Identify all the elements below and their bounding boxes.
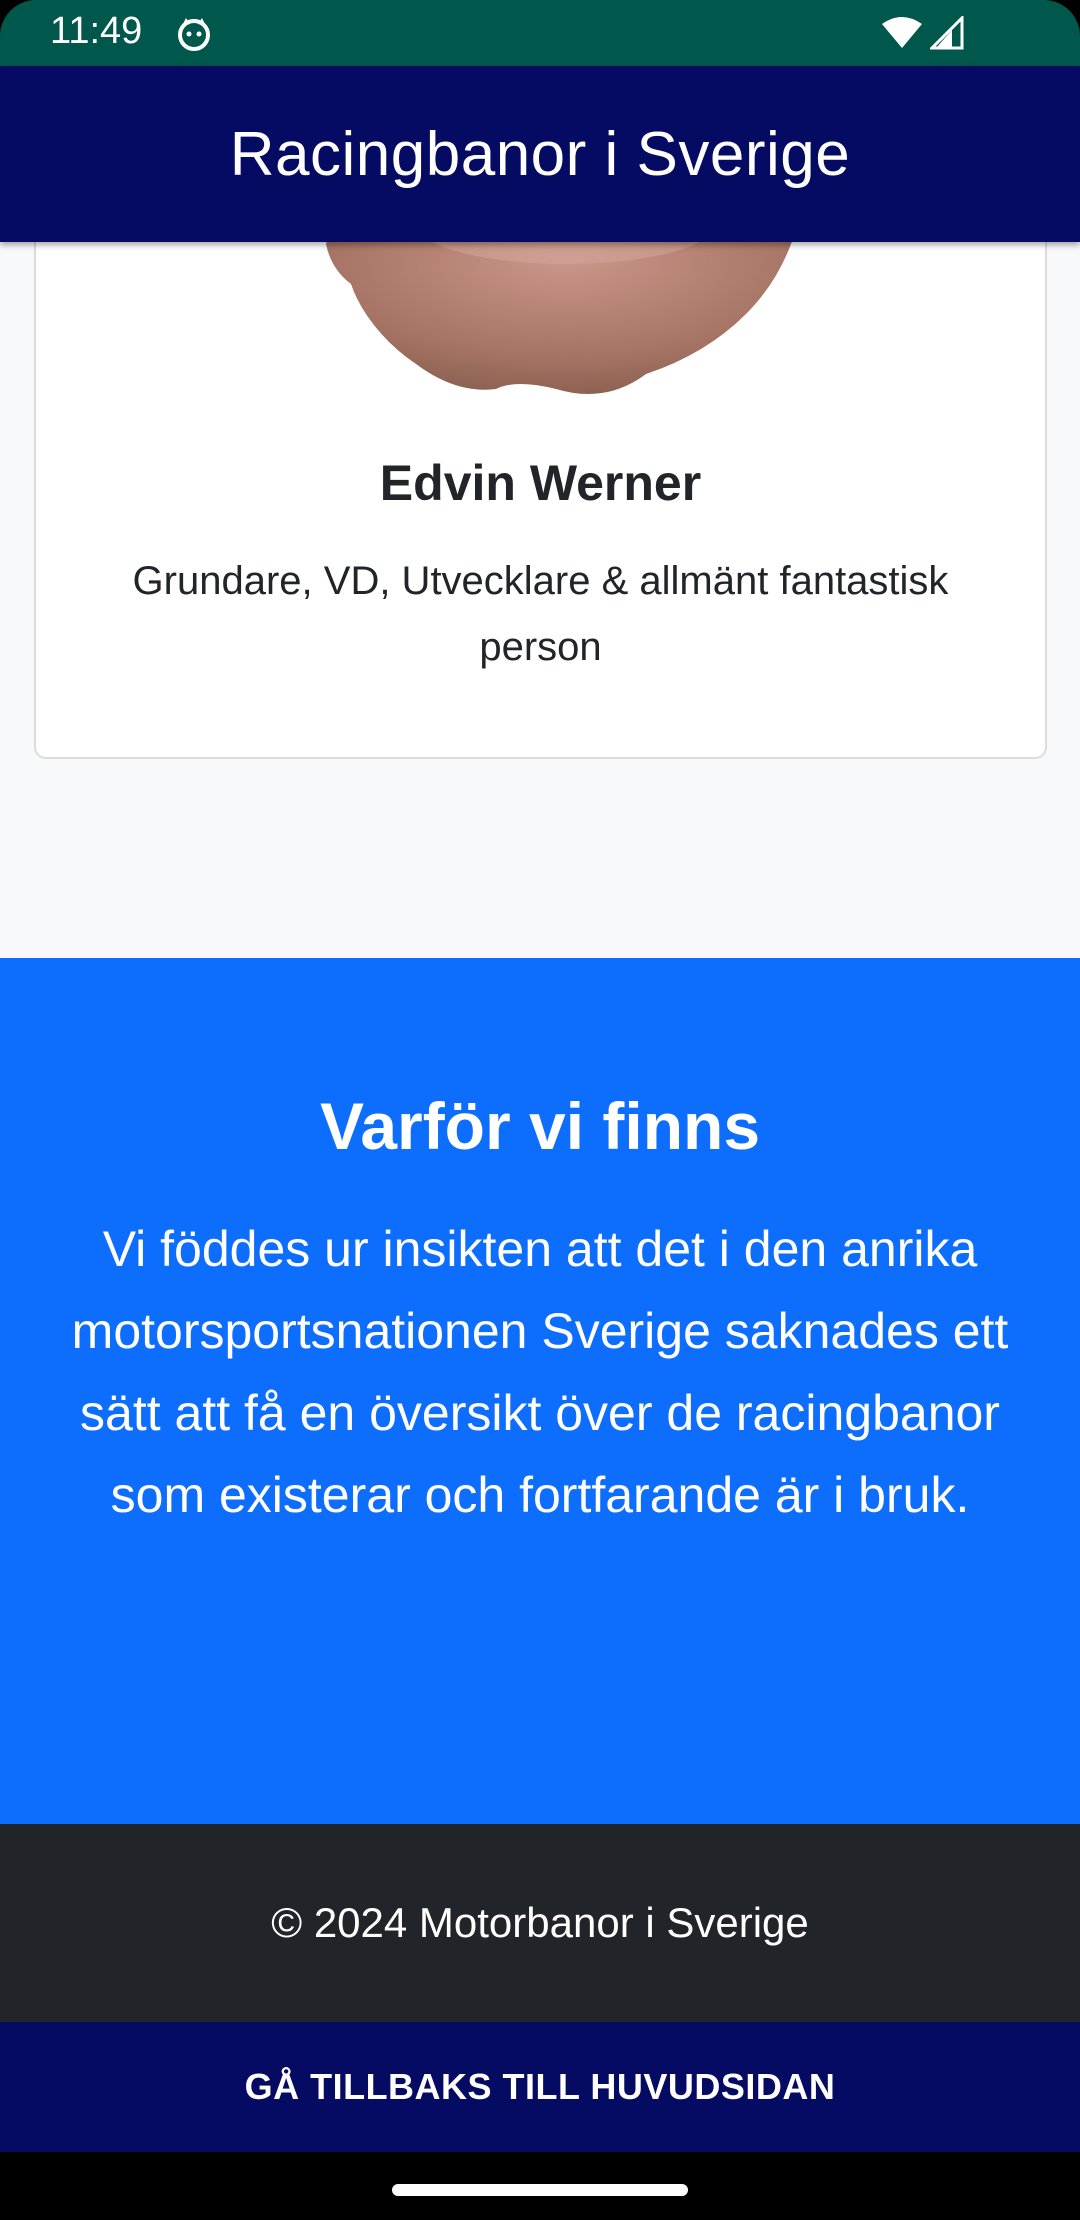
team-member-card: Edvin Werner Grundare, VD, Utvecklare & …	[34, 242, 1047, 759]
back-to-home-button[interactable]: GÅ TILLBAKS TILL HUVUDSIDAN	[0, 2022, 1080, 2152]
app-title: Racingbanor i Sverige	[229, 119, 851, 189]
page-footer: © 2024 Motorbanor i Sverige	[0, 1824, 1080, 2022]
status-bar: 11:49	[0, 0, 1080, 66]
page-content[interactable]: Edvin Werner Grundare, VD, Utvecklare & …	[0, 242, 1080, 1824]
system-navigation-bar	[0, 2152, 1080, 2220]
wifi-icon	[882, 17, 922, 48]
why-section: Varför vi finns Vi föddes ur insikten at…	[0, 958, 1080, 1824]
cell-signal-icon	[930, 16, 964, 50]
why-title: Varför vi finns	[319, 1089, 761, 1163]
member-role: Grundare, VD, Utvecklare & allmänt fanta…	[132, 559, 949, 669]
back-button-label: GÅ TILLBAKS TILL HUVUDSIDAN	[244, 2066, 836, 2107]
status-time: 11:49	[50, 10, 143, 52]
app-bar: Racingbanor i Sverige	[0, 66, 1080, 242]
why-text: Vi föddes ur insikten att det i den anri…	[71, 1221, 1009, 1523]
footer-copyright: © 2024 Motorbanor i Sverige	[271, 1899, 809, 1946]
home-gesture-handle[interactable]	[392, 2184, 688, 2196]
member-name: Edvin Werner	[379, 455, 702, 511]
cat-notification-icon	[178, 18, 210, 51]
profile-photo	[326, 242, 792, 394]
